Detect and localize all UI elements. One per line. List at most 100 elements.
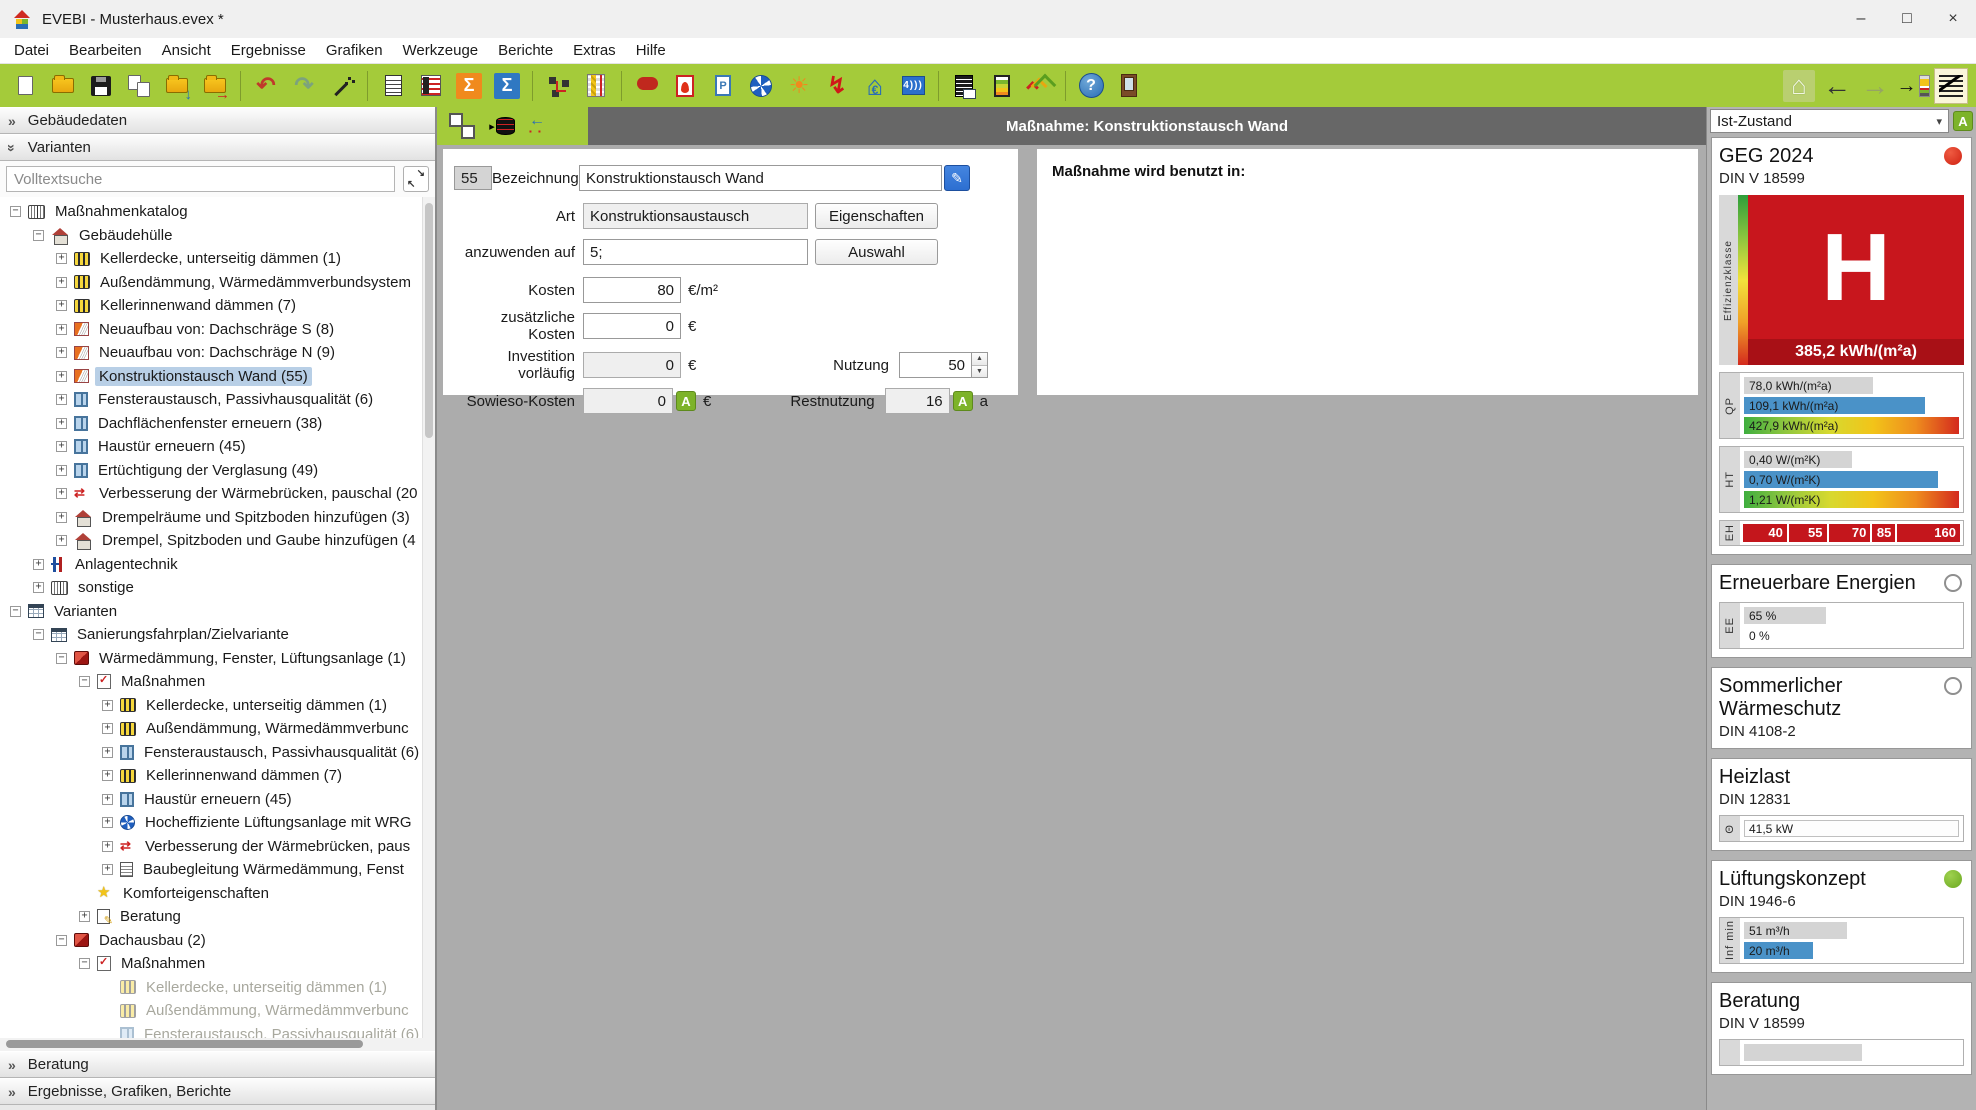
tree-item[interactable]: Kellerdecke, unterseitig dämmen (1) — [6, 976, 419, 1000]
tree-expander[interactable]: + — [79, 911, 90, 923]
kosten-input[interactable] — [583, 277, 681, 303]
tree-vertical-scrollbar[interactable] — [422, 197, 435, 1038]
tree-item[interactable]: + Verbesserung der Wärmebrücken, pauschal… — [6, 482, 419, 506]
menu-ansicht[interactable]: Ansicht — [152, 38, 221, 63]
panel-header-ergebnisse[interactable]: » Ergebnisse, Grafiken, Berichte — [0, 1078, 435, 1105]
bezeichnung-input[interactable] — [579, 165, 942, 191]
tree-item[interactable]: + Fensteraustausch, Passivhausqualität (6… — [6, 741, 419, 765]
tree-item[interactable]: + Hocheffiziente Lüftungsanlage mit WRG — [6, 811, 419, 835]
tree-expander[interactable]: + — [56, 347, 67, 359]
heating-flame-icon[interactable] — [668, 69, 702, 103]
tree-item[interactable]: − Maßnahmen — [6, 670, 419, 694]
tree-expander[interactable]: − — [79, 676, 90, 688]
tree-expander[interactable]: − — [10, 206, 21, 218]
search-input[interactable] — [6, 166, 395, 192]
tree-expander[interactable]: + — [33, 582, 44, 594]
tree-expander[interactable]: + — [102, 699, 113, 711]
tree-item[interactable]: + Beratung — [6, 905, 419, 929]
database-icon[interactable]: ▸ — [489, 113, 515, 139]
menu-extras[interactable]: Extras — [563, 38, 626, 63]
undo-icon[interactable]: ↶ — [249, 69, 283, 103]
heatpump-document-icon[interactable]: P — [706, 69, 740, 103]
panel-header-gebaeudedaten[interactable]: » Gebäudedaten — [0, 107, 435, 134]
tree-item[interactable]: + Verbesserung der Wärmebrücken, paus — [6, 835, 419, 859]
open-folder-icon[interactable] — [46, 69, 80, 103]
nutzung-input[interactable] — [899, 352, 971, 378]
tree-expander[interactable]: − — [33, 629, 44, 641]
tree-expander[interactable]: + — [102, 793, 113, 805]
energy-certificate-icon[interactable] — [985, 69, 1019, 103]
tree-expander[interactable]: + — [56, 441, 67, 453]
edit-pencil-button[interactable]: ✎ — [944, 165, 970, 191]
tree-item[interactable]: + Kellerdecke, unterseitig dämmen (1) — [6, 694, 419, 718]
tree-expander[interactable]: + — [56, 370, 67, 382]
structure-diagram-icon[interactable] — [541, 69, 575, 103]
tree-item[interactable]: + Außendämmung, Wärmedämmverbunc — [6, 717, 419, 741]
tree-item[interactable]: + Kellerdecke, unterseitig dämmen (1) — [6, 247, 419, 271]
radiator-icon[interactable]: 4))) — [896, 69, 930, 103]
tree-item[interactable]: + Haustür erneuern (45) — [6, 788, 419, 812]
menu-bearbeiten[interactable]: Bearbeiten — [59, 38, 152, 63]
tree-item[interactable]: + Konstruktionstausch Wand (55) — [6, 365, 419, 389]
arrow-forward-icon[interactable]: → — [1858, 69, 1892, 103]
tree-expander[interactable]: + — [56, 323, 67, 335]
menu-ergebnisse[interactable]: Ergebnisse — [221, 38, 316, 63]
goto-results-icon[interactable]: → — [1896, 69, 1930, 103]
panel-header-beratung[interactable]: » Beratung — [0, 1051, 435, 1078]
redo-icon[interactable]: ↷ — [287, 69, 321, 103]
tree-item[interactable]: + Drempelräume und Spitzboden hinzufügen … — [6, 506, 419, 530]
results-chart-icon[interactable] — [1934, 67, 1968, 104]
tree-expander[interactable]: − — [10, 605, 21, 617]
scrollbar-thumb[interactable] — [425, 203, 433, 438]
help-icon[interactable]: ? — [1074, 69, 1108, 103]
collapse-tree-button[interactable]: ↘ ↖ — [403, 166, 429, 192]
spin-up-icon[interactable]: ▲ — [972, 353, 987, 366]
transfer-icon[interactable]: ← ▪ ▪ — [529, 113, 555, 139]
tree-item[interactable]: + Dachflächenfenster erneuern (38) — [6, 412, 419, 436]
minimize-button[interactable]: – — [1838, 0, 1884, 38]
scrollbar-thumb[interactable] — [6, 1040, 363, 1048]
report-list-icon[interactable] — [947, 69, 981, 103]
sowieso-auto-button[interactable]: A — [676, 391, 696, 411]
tree-expander[interactable]: + — [56, 276, 67, 288]
tree-item[interactable]: − Gebäudehülle — [6, 224, 419, 248]
restnutzung-auto-button[interactable]: A — [952, 391, 973, 411]
sowieso-input[interactable] — [583, 388, 673, 414]
wall-layers-icon[interactable] — [579, 69, 613, 103]
tree-item[interactable]: + Haustür erneuern (45) — [6, 435, 419, 459]
maximize-button[interactable]: □ — [1884, 0, 1930, 38]
tree-item[interactable]: + Außendämmung, Wärmedämmverbundsystem — [6, 271, 419, 295]
tree-item[interactable]: − Dachausbau (2) — [6, 929, 419, 953]
menu-werkzeuge[interactable]: Werkzeuge — [393, 38, 489, 63]
menu-berichte[interactable]: Berichte — [488, 38, 563, 63]
tree-item[interactable]: Außendämmung, Wärmedämmverbunc — [6, 999, 419, 1023]
spin-down-icon[interactable]: ▼ — [972, 365, 987, 377]
save-icon[interactable] — [84, 69, 118, 103]
tree-item[interactable]: + Kellerinnenwand dämmen (7) — [6, 764, 419, 788]
state-selector[interactable]: Ist-Zustand ▾ — [1710, 109, 1949, 133]
tree-expander[interactable]: + — [33, 558, 44, 570]
tree-expander[interactable]: + — [56, 488, 67, 500]
sum-orange-icon[interactable]: Σ — [452, 69, 486, 103]
duplicate-variant-icon[interactable] — [449, 113, 475, 139]
ventilation-fan-icon[interactable] — [744, 69, 778, 103]
tree-expander[interactable]: + — [56, 300, 67, 312]
door-icon[interactable] — [1112, 69, 1146, 103]
tree-expander[interactable]: + — [56, 535, 67, 547]
tree-expander[interactable]: + — [56, 417, 67, 429]
tree-expander[interactable]: + — [102, 770, 113, 782]
import-folder-icon[interactable]: ↓ — [160, 69, 194, 103]
tree-item[interactable]: + Kellerinnenwand dämmen (7) — [6, 294, 419, 318]
house-3d-icon[interactable]: ⌂ — [1782, 69, 1816, 103]
sum-blue-icon[interactable]: Σ — [490, 69, 524, 103]
tree-expander[interactable]: + — [102, 723, 113, 735]
menu-datei[interactable]: Datei — [4, 38, 59, 63]
tree-expander[interactable]: + — [102, 840, 113, 852]
restnutzung-input[interactable] — [884, 388, 950, 414]
tree-expander[interactable]: + — [56, 253, 67, 265]
solar-sun-icon[interactable]: ☀ — [782, 69, 816, 103]
magic-wand-icon[interactable] — [325, 69, 359, 103]
tree-item[interactable]: + Baubegleitung Wärmedämmung, Fenst — [6, 858, 419, 882]
panel-auto-button[interactable]: A — [1953, 111, 1973, 131]
eigenschaften-button[interactable]: Eigenschaften — [815, 203, 938, 229]
